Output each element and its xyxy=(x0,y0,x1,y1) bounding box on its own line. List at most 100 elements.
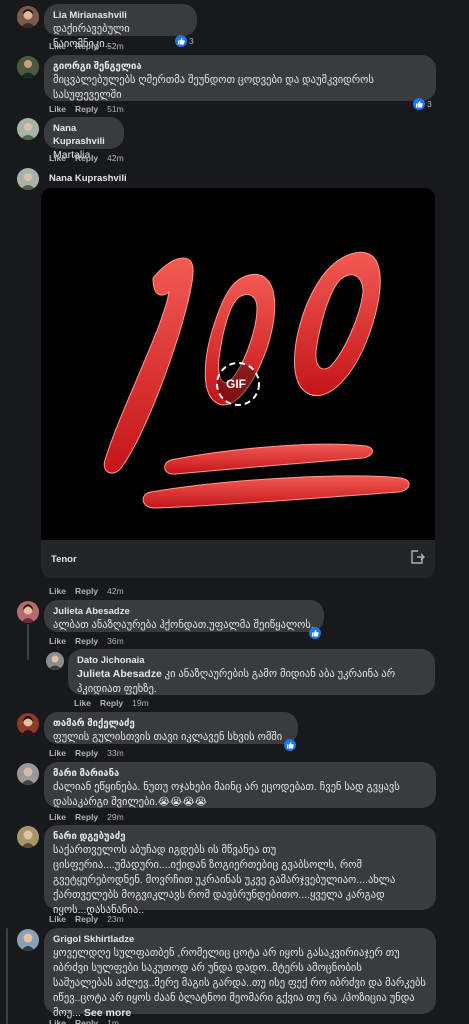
mention-link[interactable]: Julieta Abesadze xyxy=(77,668,162,680)
comment-author[interactable]: მარი მარიანა xyxy=(53,767,426,780)
comment-bubble: მარი მარიანა ძალიან ეწყინება. ნუთუ ოჯახე… xyxy=(44,762,436,808)
avatar[interactable] xyxy=(17,168,39,190)
comment-text: ფულის გულისთვის თავი იკლავენ სხვის ომში xyxy=(53,731,283,743)
like-button[interactable]: Like xyxy=(74,698,91,708)
comment-timestamp[interactable]: 33m xyxy=(107,748,124,758)
avatar[interactable] xyxy=(17,763,39,785)
like-button[interactable]: Like xyxy=(49,153,66,163)
like-button[interactable]: Like xyxy=(49,41,66,51)
comment-bubble: გიორგი შენგელია მიცვალებულებს ღმერთმა შე… xyxy=(44,55,436,101)
comment-text-line: იბრძვი სულფები საკუთოდ არ უნდა დადო..მტე… xyxy=(53,962,362,974)
like-reaction-icon xyxy=(175,35,187,47)
comment-author[interactable]: გიორგი შენგელია xyxy=(53,60,426,73)
comment-author[interactable]: Dato Jichonaia xyxy=(77,654,425,667)
comment-author[interactable]: Nana Kuprashvili xyxy=(49,172,127,185)
comment-thread: Lia Mirianashvili დაქირავებული ნაიომნიკი… xyxy=(0,0,469,1024)
comment-author[interactable]: Nana Kuprashvili xyxy=(53,122,114,148)
comment-timestamp[interactable]: 23m xyxy=(107,914,124,924)
comment-actions: Like Reply 42m xyxy=(49,585,124,597)
reply-button[interactable]: Reply xyxy=(100,698,123,708)
avatar[interactable] xyxy=(17,601,39,623)
comment-text-line: დასაკარგი შვილები.😭😭😭😭 xyxy=(53,796,207,808)
comment-bubble: Julieta Abesadze ალბათ ანაზღაურება ჰქონდ… xyxy=(44,600,324,632)
reply-thread-line xyxy=(27,624,29,660)
comment-bubble: Grigol Skhirtladze ყოველდღე სულფათბენ ,რ… xyxy=(44,928,436,1019)
comment-author[interactable]: Julieta Abesadze xyxy=(53,605,314,618)
comment-actions: Like Reply 29m xyxy=(49,811,124,823)
comment-text: ალბათ ანაზღაურება ჰქონდათ.უფალმა შეიწყალ… xyxy=(53,619,314,631)
reply-button[interactable]: Reply xyxy=(75,153,98,163)
comment-timestamp[interactable]: 51m xyxy=(107,104,124,114)
reply-button[interactable]: Reply xyxy=(75,104,98,114)
reaction-count-value: 3 xyxy=(189,36,194,46)
comment-text-line: იწევ..ცოტა არ იყოს ძაან ბლატნოი მეომარი … xyxy=(53,992,415,1004)
comment-timestamp[interactable]: 52m xyxy=(107,41,124,51)
comment-text-line: საქართველოს აბუჩად იგდებს ის მწვანეა თუ xyxy=(53,844,277,856)
reaction-count[interactable]: 3 xyxy=(413,98,432,110)
hundred-emoji-image xyxy=(103,251,410,509)
avatar[interactable] xyxy=(17,118,39,140)
like-button[interactable]: Like xyxy=(49,636,66,646)
comment-timestamp[interactable]: 19m xyxy=(132,698,149,708)
like-button[interactable]: Like xyxy=(49,1018,66,1024)
comment-bubble: თამარ მიქელაძე ფულის გულისთვის თავი იკლა… xyxy=(44,712,298,744)
comment-author[interactable]: ნარი დგებუაძე xyxy=(53,830,426,843)
avatar[interactable] xyxy=(17,6,39,28)
comment-timestamp[interactable]: 42m xyxy=(107,586,124,596)
comment-author[interactable]: Grigol Skhirtladze xyxy=(53,933,426,946)
comment-actions: Like Reply 23m xyxy=(49,913,124,925)
comment-author[interactable]: Lia Mirianashvili xyxy=(53,9,187,22)
reply-button[interactable]: Reply xyxy=(75,636,98,646)
comment-text-line: ყოველდღე სულფათბენ ,რომელიც ცოტა არ იყოს… xyxy=(53,947,400,959)
gif-footer: Tenor xyxy=(41,540,435,578)
comment-actions: Like Reply 52m xyxy=(49,40,124,52)
comment-timestamp[interactable]: 36m xyxy=(107,636,124,646)
reply-thread-line xyxy=(6,928,8,1024)
avatar[interactable] xyxy=(46,652,64,670)
comment-bubble: Nana Kuprashvili Martalia xyxy=(44,117,124,161)
comment-text: Julieta Abesadze კი ანაზღაურების გამო მი… xyxy=(77,667,425,697)
comment-text-line: ძალიან ეწყინება. ნუთუ ოჯახები მაინც არ ე… xyxy=(53,781,400,793)
comment-timestamp[interactable]: 29m xyxy=(107,812,124,822)
reaction-count[interactable] xyxy=(309,627,321,639)
reaction-count[interactable]: 3 xyxy=(175,35,194,47)
reply-button[interactable]: Reply xyxy=(75,1018,98,1024)
comment-text: მიცვალებულებს ღმერთმა შეუნდოთ ცოდვები და… xyxy=(53,74,374,101)
like-button[interactable]: Like xyxy=(49,104,66,114)
comment-bubble: Lia Mirianashvili დაქირავებული ნაიომნიკი… xyxy=(44,4,197,50)
like-button[interactable]: Like xyxy=(49,586,66,596)
comment-text-line: გვეტყურებოდნენ. მოვრჩით უკრაინას უკვე გა… xyxy=(53,874,396,886)
reply-button[interactable]: Reply xyxy=(75,41,98,51)
comment-actions: Like Reply 51m xyxy=(49,103,124,115)
like-reaction-icon xyxy=(413,98,425,110)
reply-button[interactable]: Reply xyxy=(75,812,98,822)
like-reaction-icon xyxy=(284,739,296,751)
comment-timestamp[interactable]: 42m xyxy=(107,153,124,163)
reply-button[interactable]: Reply xyxy=(75,914,98,924)
comment-bubble: ნარი დგებუაძე საქართველოს აბუჩად იგდებს … xyxy=(44,825,436,916)
comment-actions: Like Reply 19m xyxy=(74,697,149,709)
comment-text-line: ცისფერია....უმადური....იქიდან ზოგიერთები… xyxy=(53,859,362,871)
reaction-count-value: 3 xyxy=(427,99,432,109)
reaction-count[interactable] xyxy=(284,739,296,751)
like-button[interactable]: Like xyxy=(49,748,66,758)
reply-button[interactable]: Reply xyxy=(75,748,98,758)
gif-label[interactable]: GIF xyxy=(226,377,246,391)
comment-actions: Like Reply 33m xyxy=(49,747,124,759)
like-button[interactable]: Like xyxy=(49,914,66,924)
avatar[interactable] xyxy=(17,826,39,848)
avatar[interactable] xyxy=(17,56,39,78)
comment-actions: Like Reply 36m xyxy=(49,635,124,647)
reply-button[interactable]: Reply xyxy=(75,586,98,596)
comment-actions: Like Reply 1m xyxy=(49,1017,119,1024)
like-button[interactable]: Like xyxy=(49,812,66,822)
avatar[interactable] xyxy=(17,713,39,735)
comment-timestamp[interactable]: 1m xyxy=(107,1018,119,1024)
open-external-icon[interactable] xyxy=(409,549,425,570)
avatar[interactable] xyxy=(17,929,39,951)
like-reaction-icon xyxy=(309,627,321,639)
comment-author[interactable]: თამარ მიქელაძე xyxy=(53,717,288,730)
gif-source[interactable]: Tenor xyxy=(51,554,77,565)
comment-text-line: საშუალებას აძლევ..მერე მაგის გარდა..თუ ი… xyxy=(53,977,426,989)
gif-attachment[interactable]: GIF Tenor xyxy=(41,188,435,578)
